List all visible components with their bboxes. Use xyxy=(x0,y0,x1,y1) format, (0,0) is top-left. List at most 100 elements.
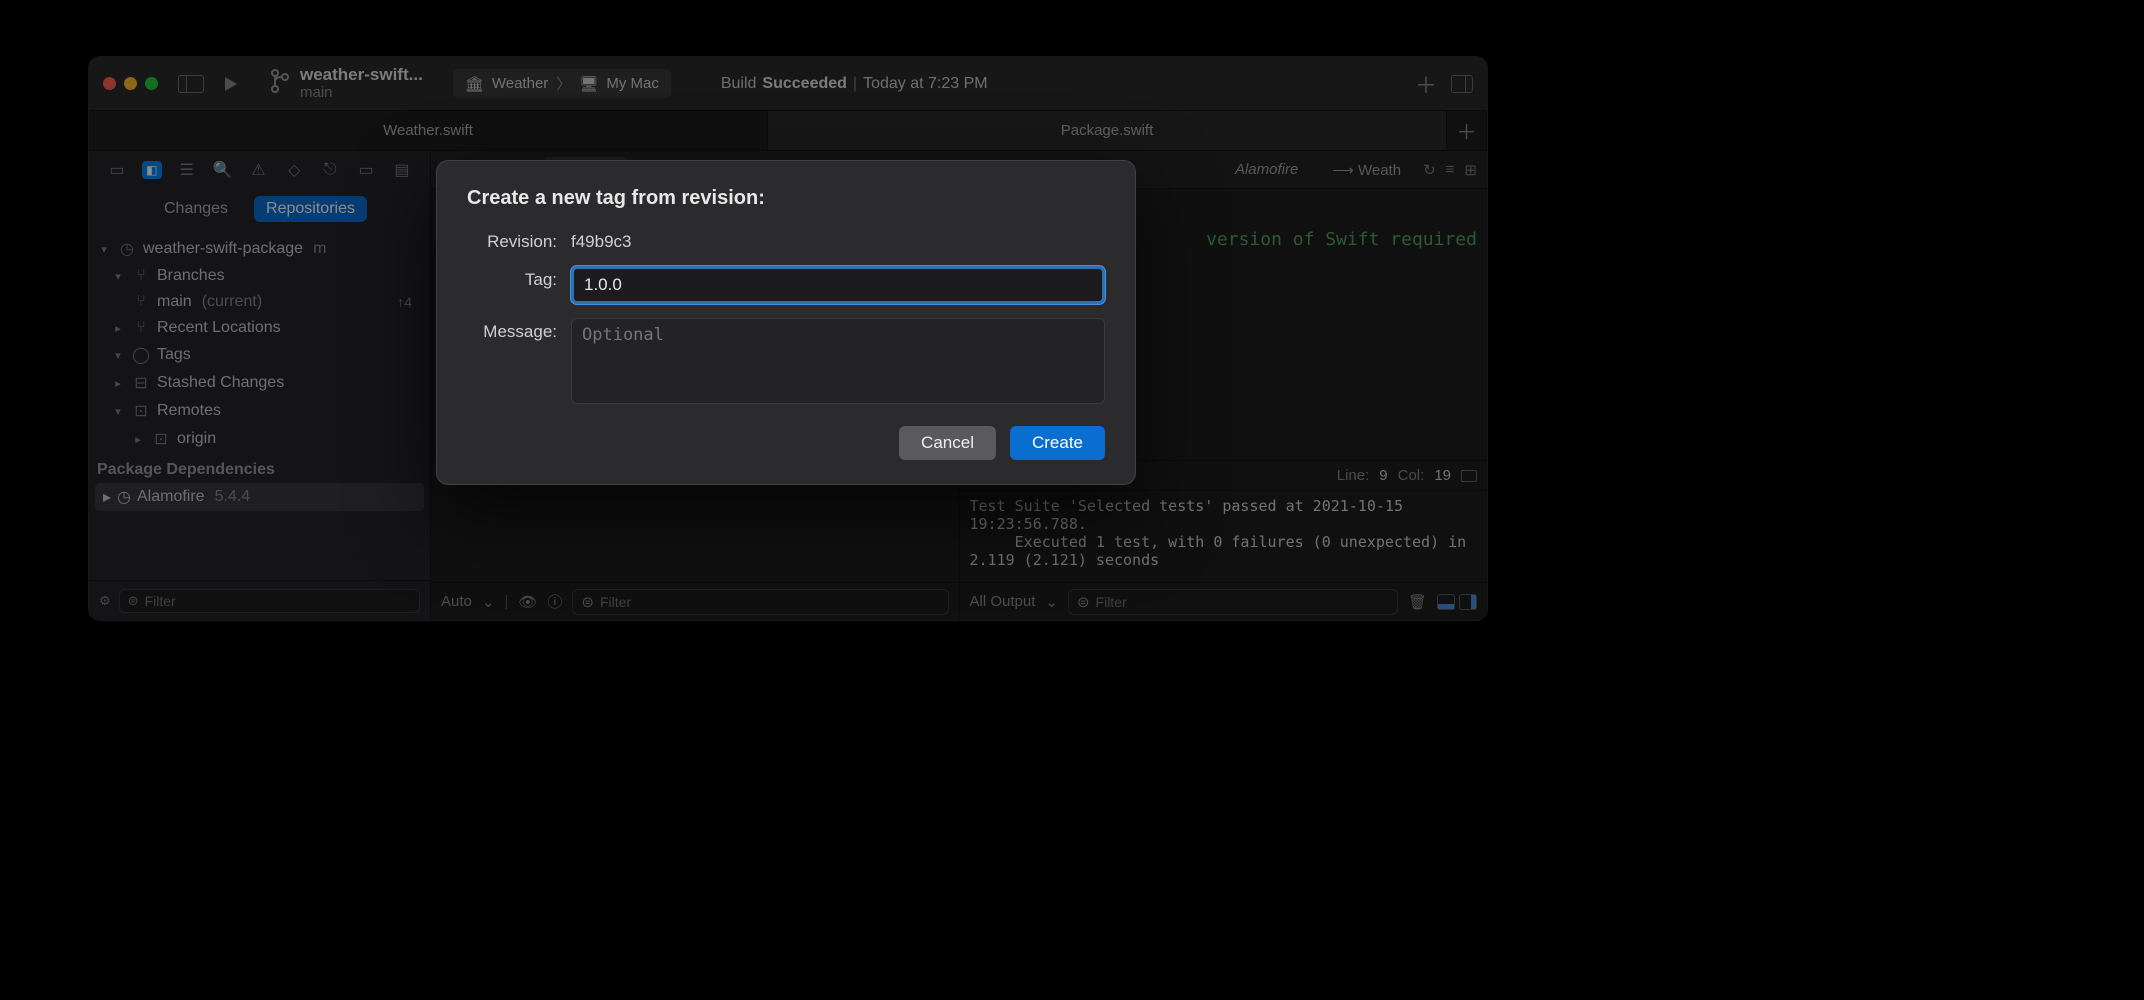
issues-icon[interactable]: ⚠ xyxy=(247,159,269,181)
toggle-inspector-icon[interactable] xyxy=(1451,75,1473,93)
variables-filter[interactable]: ⊜ xyxy=(572,589,948,615)
tab-changes[interactable]: Changes xyxy=(152,196,240,222)
library-button[interactable]: ＋ xyxy=(1415,68,1437,100)
console-output[interactable]: Test Suite 'Selected tests' passed at 20… xyxy=(960,491,1488,582)
refresh-icon[interactable]: ↻ xyxy=(1423,161,1436,179)
jumpbar-item[interactable]: Alamofire xyxy=(1223,157,1310,182)
tree-label: Tags xyxy=(157,346,191,364)
tree-label: main xyxy=(157,293,192,311)
file-tab[interactable]: Package.swift xyxy=(768,111,1447,150)
info-icon[interactable]: ⓘ xyxy=(547,591,562,612)
branch-icon xyxy=(270,68,290,100)
branch-icon: ⑂ xyxy=(131,319,151,337)
new-tab-button[interactable]: ＋ xyxy=(1447,111,1487,150)
run-button[interactable] xyxy=(220,74,240,94)
tree-row-remotes[interactable]: ▾ ⊡ Remotes xyxy=(89,397,430,425)
tree-label: weather-swift-package xyxy=(143,240,303,258)
search-icon[interactable]: 🔍 xyxy=(212,159,234,181)
minimize-window-button[interactable] xyxy=(124,77,137,90)
build-time: Today at 7:23 PM xyxy=(863,75,988,93)
mac-icon: 🖥 xyxy=(579,75,598,93)
disclosure-icon[interactable]: ▸ xyxy=(103,487,111,507)
debug-layout-toggles xyxy=(1437,594,1477,610)
file-tab-label: Weather.swift xyxy=(383,122,473,139)
revision-value: f49b9c3 xyxy=(571,228,632,252)
add-editor-icon[interactable]: ⊞ xyxy=(1464,161,1477,179)
close-window-button[interactable] xyxy=(103,77,116,90)
gear-icon[interactable]: ⚙ xyxy=(99,593,111,609)
file-tab-label: Package.swift xyxy=(1061,122,1154,139)
console-filter[interactable]: ⊜ xyxy=(1068,589,1398,615)
revision-label: Revision: xyxy=(467,228,557,252)
tree-row-repo[interactable]: ▾ ◷ weather-swift-package m xyxy=(89,235,430,263)
disclosure-icon[interactable]: ▾ xyxy=(111,405,125,418)
create-tag-dialog: Create a new tag from revision: Revision… xyxy=(436,160,1136,485)
chevron-right-icon: 〉 xyxy=(556,73,571,94)
scheme-label: Weather xyxy=(492,75,548,92)
file-tab-bar: Weather.swift Package.swift ＋ xyxy=(89,111,1487,151)
reports-icon[interactable]: ▤ xyxy=(391,159,413,181)
filter-input[interactable] xyxy=(1096,594,1389,610)
dialog-title: Create a new tag from revision: xyxy=(467,187,1105,210)
build-status[interactable]: Build Succeeded | Today at 7:23 PM xyxy=(721,75,988,93)
file-tab[interactable]: Weather.swift xyxy=(89,111,768,150)
branch-icon: ⑂ xyxy=(131,293,151,311)
cancel-button[interactable]: Cancel xyxy=(899,426,996,460)
symbol-navigator-icon[interactable]: ☰ xyxy=(176,159,198,181)
remote-icon: ⊡ xyxy=(151,429,171,449)
folder-icon[interactable]: ▭ xyxy=(106,159,128,181)
remote-icon: ⊡ xyxy=(131,401,151,421)
filter-input[interactable] xyxy=(145,593,411,609)
disclosure-icon[interactable]: ▸ xyxy=(131,433,145,446)
create-button[interactable]: Create xyxy=(1010,426,1105,460)
tree-row-stashed[interactable]: ▸ ⊟ Stashed Changes xyxy=(89,369,430,397)
tree-row-branches[interactable]: ▾ ⑂ Branches xyxy=(89,263,430,289)
jumpbar-item[interactable]: ⟶ Weath xyxy=(1320,157,1413,183)
message-textarea[interactable] xyxy=(571,318,1105,404)
tab-repositories[interactable]: Repositories xyxy=(254,196,367,222)
tag-input[interactable] xyxy=(571,266,1105,304)
disclosure-icon[interactable]: ▾ xyxy=(97,243,111,256)
build-result: Succeeded xyxy=(762,75,846,93)
chevron-updown-icon[interactable]: ⌄ xyxy=(1045,593,1058,611)
separator: | xyxy=(853,75,857,93)
minimap-icon[interactable] xyxy=(1461,470,1477,482)
debug-navigator-icon[interactable]: ⎋ xyxy=(319,159,341,181)
tree-row-branch-main[interactable]: ⑂ main (current) ↑4 xyxy=(89,289,430,315)
toggle-console-icon[interactable] xyxy=(1459,594,1477,610)
chevron-updown-icon[interactable]: ⌄ xyxy=(482,593,495,611)
repository-tree: ▾ ◷ weather-swift-package m ▾ ⑂ Branches… xyxy=(89,229,430,580)
dependency-row[interactable]: ▸ ◷ Alamofire 5.4.4 xyxy=(95,483,424,511)
auto-label[interactable]: Auto xyxy=(441,593,472,610)
scheme-branch-block[interactable]: weather-swift... main xyxy=(270,66,423,101)
trash-icon[interactable]: 🗑 xyxy=(1408,593,1427,611)
tree-row-origin[interactable]: ▸ ⊡ origin xyxy=(89,425,430,453)
disclosure-icon[interactable]: ▸ xyxy=(111,377,125,390)
tag-label: Tag: xyxy=(467,266,557,290)
toggle-vars-icon[interactable] xyxy=(1437,594,1455,610)
disclosure-icon[interactable]: ▾ xyxy=(111,349,125,362)
disclosure-icon[interactable]: ▸ xyxy=(111,322,125,335)
branch-name: main xyxy=(300,85,423,102)
tree-label: Remotes xyxy=(157,402,221,420)
build-label: Build xyxy=(721,75,757,93)
navigator-filter[interactable]: ⊜ xyxy=(119,589,420,613)
breakpoints-icon[interactable]: ▭ xyxy=(355,159,377,181)
source-control-navigator-icon[interactable]: ◧ xyxy=(142,161,162,179)
toggle-navigator-icon[interactable] xyxy=(178,75,204,93)
disclosure-icon[interactable]: ▾ xyxy=(111,270,125,283)
col-label: Col: xyxy=(1398,467,1425,484)
navigator-footer: ⚙ ⊜ xyxy=(89,580,430,620)
scheme-destination[interactable]: 🏛 Weather 〉 🖥 My Mac xyxy=(453,69,671,98)
tree-row-recent[interactable]: ▸ ⑂ Recent Locations xyxy=(89,315,430,341)
message-label: Message: xyxy=(467,318,557,342)
filter-input[interactable] xyxy=(600,594,940,610)
editor-options-icon[interactable]: ≡ xyxy=(1446,161,1455,178)
tests-icon[interactable]: ◇ xyxy=(283,159,305,181)
zoom-window-button[interactable] xyxy=(145,77,158,90)
all-output-label[interactable]: All Output xyxy=(970,593,1036,610)
navigator-panel: ▭ ◧ ☰ 🔍 ⚠ ◇ ⎋ ▭ ▤ Changes Repositories ▾… xyxy=(89,151,431,620)
col-value: 19 xyxy=(1434,467,1451,484)
eye-icon[interactable]: 👁 xyxy=(518,593,537,611)
tree-row-tags[interactable]: ▾ ◯ Tags xyxy=(89,341,430,369)
